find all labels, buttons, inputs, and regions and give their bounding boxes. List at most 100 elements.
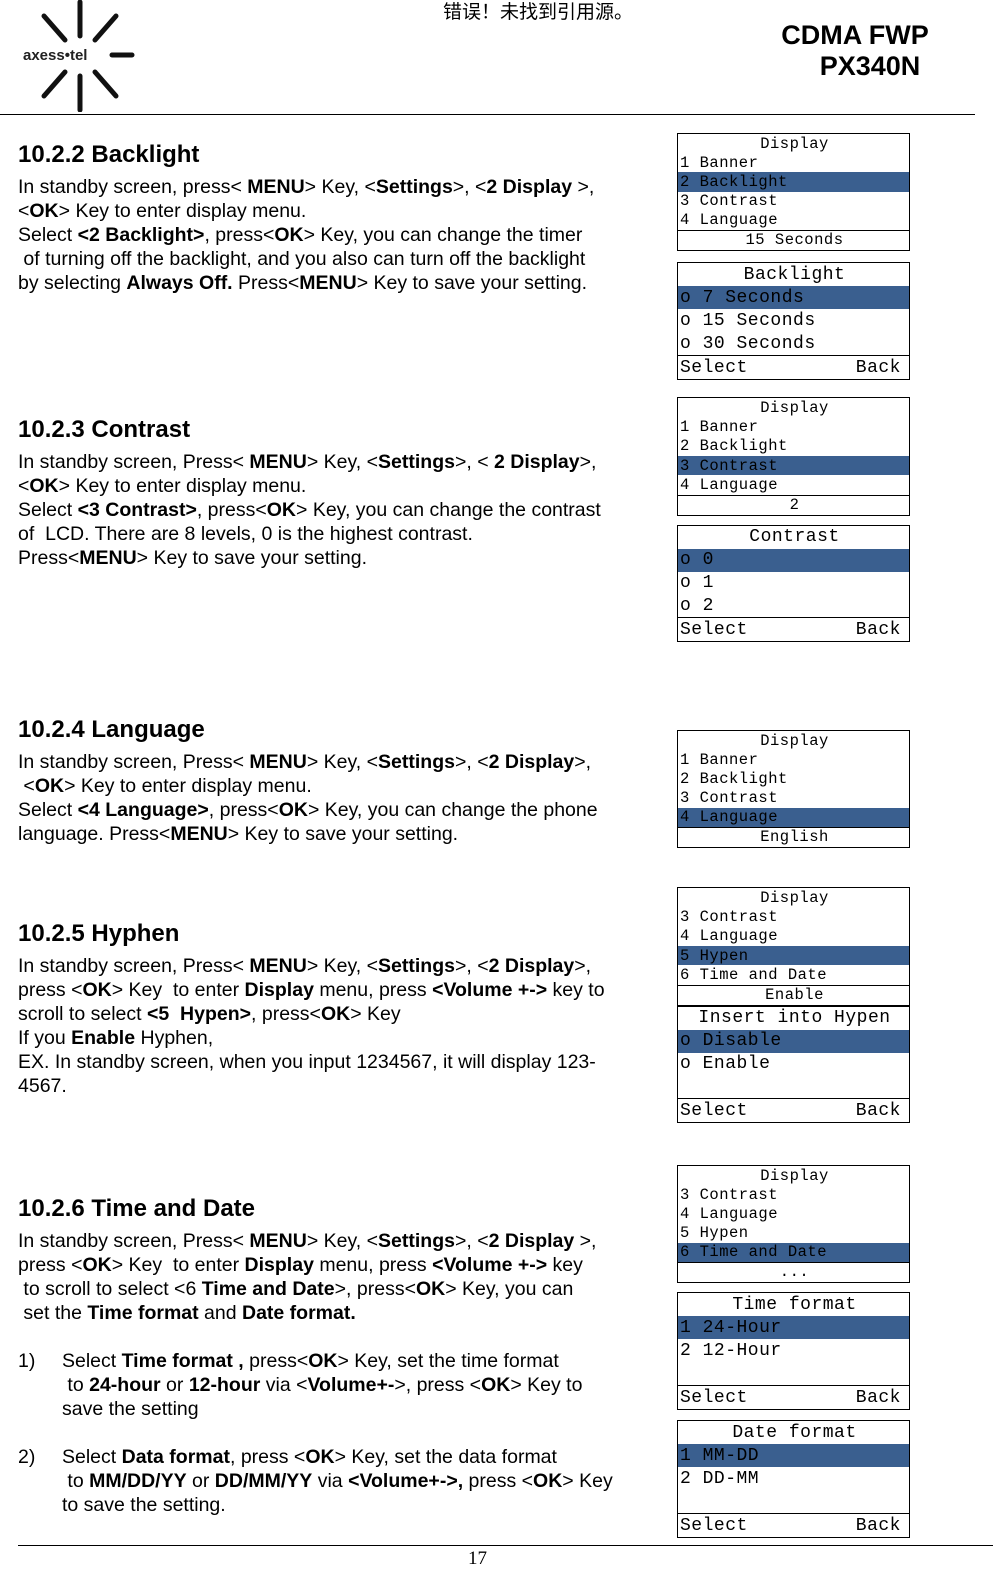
screen-title: Contrast — [749, 527, 840, 548]
text-run: Hyphen, — [135, 1027, 214, 1049]
text-line: Select <4 Language>, press<OK> Key, you … — [18, 798, 658, 822]
text-run: menu, press — [313, 1254, 433, 1276]
text-run: > Key to — [510, 1374, 583, 1396]
bold-text: <Volume +-> — [432, 979, 548, 1001]
menu-item: 2 Backlight — [680, 769, 788, 788]
text-run: >, < — [454, 1230, 489, 1252]
bold-text: Time format , — [121, 1350, 244, 1372]
menu-item-selected: 2 Backlight — [678, 172, 909, 192]
menu-item: o 1 — [680, 572, 714, 593]
menu-item-selected: 3 Contrast — [678, 455, 909, 476]
text-run: >, press< — [334, 1278, 416, 1300]
bold-text: OK — [274, 224, 304, 246]
screen-title: Display — [760, 134, 829, 153]
menu-item — [678, 1362, 909, 1385]
bold-text: MENU — [249, 451, 307, 473]
bold-text: Settings — [378, 955, 455, 977]
menu-item: 4 Language — [680, 211, 779, 230]
menu-item: 4 Language — [680, 927, 779, 946]
text-line: press <OK> Key to enter Display menu, pr… — [18, 978, 658, 1002]
bold-text: OK — [415, 1278, 446, 1300]
softkey-bar: Select Back — [678, 1513, 909, 1537]
screen-display-time-date: Display 3 Contrast 4 Language 5 Hypen 6 Time… — [677, 1165, 910, 1283]
softkey-select: Select — [680, 1387, 748, 1408]
text-run: or — [160, 1374, 189, 1396]
list-number: 2) — [18, 1446, 36, 1468]
section-heading: 10.2.2 Backlight — [18, 141, 200, 168]
bold-text: MENU — [249, 1230, 307, 1252]
section-body: In standby screen, Press< MENU> Key, <Se… — [18, 750, 658, 846]
text-run: Select — [62, 1350, 122, 1372]
bold-text: MENU — [299, 272, 357, 294]
text-run: > Key to enter — [111, 979, 245, 1001]
list-item: 1) Select Time format , press<OK> Key, se… — [18, 1349, 658, 1421]
section-body: In standby screen, Press< MENU> Key, <Se… — [18, 450, 658, 570]
text-run: >, — [579, 451, 597, 473]
text-run: > Key to save your setting. — [136, 547, 367, 569]
text-run: via — [312, 1470, 349, 1492]
softkey-bar: Select Back — [678, 1385, 909, 1409]
bold-text: OK — [82, 1254, 112, 1276]
numbered-list: 1) Select Time format , press<OK> Key, se… — [18, 1349, 658, 1517]
text-run: >, < — [454, 451, 494, 473]
menu-item-selected: o 7 Seconds — [678, 286, 909, 309]
section-body: In standby screen, Press< MENU> Key, <Se… — [18, 1229, 658, 1325]
bold-text: Time format — [87, 1302, 199, 1324]
softkey-select: Select — [680, 1515, 748, 1536]
text-line: If you Enable Hyphen, — [18, 1026, 658, 1050]
text-line: 4567. — [18, 1074, 658, 1098]
text-line: to save the setting. — [62, 1493, 658, 1517]
bold-text: Settings — [378, 751, 455, 773]
text-run: > Key to enter — [111, 1254, 245, 1276]
menu-item-selected: 6 Time and Date — [678, 1242, 909, 1262]
text-run: >, — [572, 176, 595, 198]
menu-item-selected: o Disable — [678, 1029, 909, 1053]
axesstel-logo: axess•tel — [20, 0, 136, 113]
text-line: <OK> Key to enter display menu. — [18, 474, 658, 498]
bold-text: Settings — [375, 176, 453, 198]
text-run: of LCD. There are 8 levels, 0 is the hig… — [18, 523, 473, 545]
bold-text: DD/MM/YY — [214, 1470, 313, 1492]
bold-text: MENU — [79, 547, 137, 569]
text-run: > Key — [562, 1470, 613, 1492]
text-run: save the setting — [62, 1398, 199, 1420]
section-contrast: 10.2.3 Contrast In standby screen, Press<… — [18, 416, 658, 570]
screen-date-format: Date format 1 MM-DD 2 DD-MM Select Back — [677, 1420, 910, 1538]
text-line: scroll to select <5 Hypen>, press<OK> Ke… — [18, 1002, 658, 1026]
text-line: of LCD. There are 8 levels, 0 is the hig… — [18, 522, 658, 546]
menu-item — [678, 1075, 909, 1098]
section-hyphen: 10.2.5 Hyphen In standby screen, Press< M… — [18, 920, 658, 1098]
menu-item — [678, 1490, 909, 1513]
text-run: >, < — [454, 955, 489, 977]
bold-text: 2 Display — [488, 751, 575, 773]
text-run: > Key, set the data format — [334, 1446, 557, 1468]
screen-display-contrast: Display 1 Banner 2 Backlight 3 Contrast 4 La… — [677, 397, 910, 516]
screen-time-format: Time format 1 24-Hour 2 12-Hour Select Back — [677, 1292, 910, 1410]
bold-text: Enable — [71, 1027, 136, 1049]
text-run: > Key to enter display menu. — [58, 200, 307, 222]
section-backlight: 10.2.2 Backlight In standby screen, press… — [18, 141, 658, 295]
menu-item: 3 Contrast — [680, 789, 779, 808]
bold-text: 2 Display — [488, 1230, 575, 1252]
bold-text: OK — [278, 799, 308, 821]
text-line: to MM/DD/YY or DD/MM/YY via <Volume+->, … — [62, 1469, 658, 1493]
text-line: In standby screen, Press< MENU> Key, <Se… — [18, 1229, 658, 1253]
text-run: or — [186, 1470, 215, 1492]
section-heading: 10.2.3 Contrast — [18, 416, 191, 443]
bold-text: <2 Backlight> — [77, 224, 205, 246]
menu-item: 5 Hypen — [680, 1224, 749, 1243]
text-line: <OK> Key to enter display menu. — [18, 774, 658, 798]
text-run: to — [62, 1470, 90, 1492]
screen-status: ... — [678, 1261, 909, 1282]
list-item: 2) Select Data format, press <OK> Key, se… — [18, 1445, 658, 1517]
menu-item: 6 Time and Date — [680, 965, 828, 984]
text-run: >, < — [454, 751, 489, 773]
bold-text: OK — [266, 499, 297, 521]
header-divider — [0, 114, 975, 115]
softkey-back: Back — [855, 619, 901, 640]
screen-title: Time format — [732, 1294, 857, 1315]
text-run: > Key, set the time format — [337, 1350, 559, 1372]
softkey-back: Back — [855, 1387, 901, 1408]
text-run: and — [198, 1302, 242, 1324]
bold-text: MENU — [247, 176, 305, 198]
